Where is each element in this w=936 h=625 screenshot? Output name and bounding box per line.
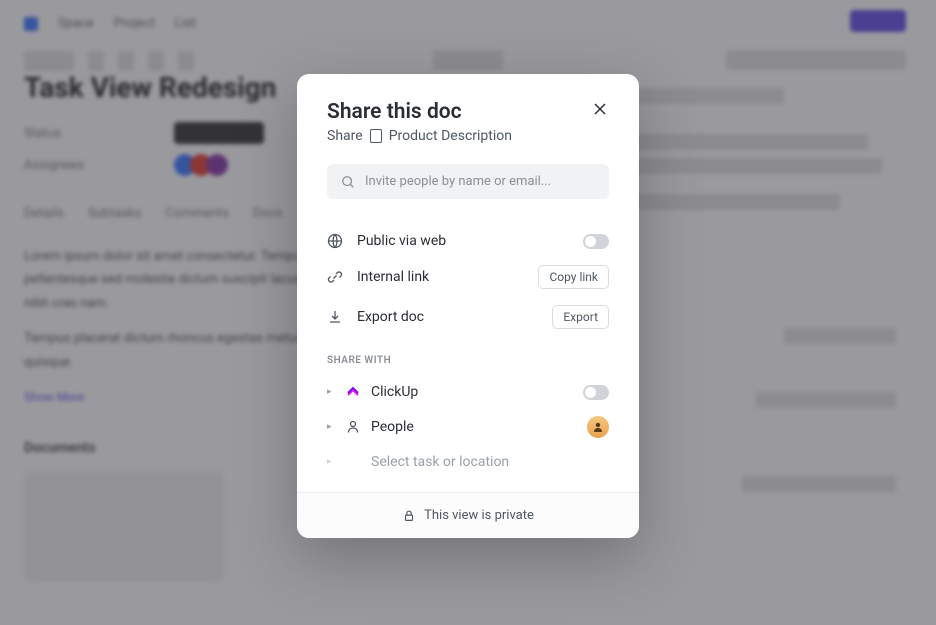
export-label: Export doc xyxy=(357,309,424,325)
public-web-label: Public via web xyxy=(357,233,446,249)
caret-icon: ▸ xyxy=(327,457,335,467)
invite-input[interactable] xyxy=(365,174,595,189)
option-public-web: Public via web xyxy=(327,225,609,257)
copy-link-button[interactable]: Copy link xyxy=(538,265,609,289)
document-icon xyxy=(370,129,382,143)
share-modal: Share this doc Share Product Description… xyxy=(297,74,639,538)
internal-link-label: Internal link xyxy=(357,269,429,285)
share-row-select-location[interactable]: ▸ Select task or location xyxy=(327,446,609,478)
footer-text: This view is private xyxy=(424,508,534,523)
person-avatar[interactable] xyxy=(587,416,609,438)
caret-icon: ▸ xyxy=(327,387,335,397)
link-icon xyxy=(327,269,343,285)
clickup-icon xyxy=(345,384,361,400)
people-label: People xyxy=(371,419,414,435)
select-location-label: Select task or location xyxy=(371,454,509,470)
lock-icon xyxy=(402,509,416,523)
invite-search[interactable] xyxy=(327,164,609,199)
caret-icon: ▸ xyxy=(327,422,335,432)
globe-icon xyxy=(327,233,343,249)
close-button[interactable] xyxy=(591,100,609,121)
search-icon xyxy=(341,175,355,189)
clickup-toggle[interactable] xyxy=(583,385,609,400)
export-button[interactable]: Export xyxy=(552,305,609,329)
public-web-toggle[interactable] xyxy=(583,234,609,249)
option-internal-link: Internal link Copy link xyxy=(327,257,609,297)
modal-footer: This view is private xyxy=(297,492,639,538)
download-icon xyxy=(327,309,343,325)
share-row-clickup[interactable]: ▸ ClickUp xyxy=(327,376,609,408)
modal-subtitle: Share Product Description xyxy=(327,128,609,144)
person-icon xyxy=(345,419,361,435)
share-row-people[interactable]: ▸ People xyxy=(327,408,609,446)
clickup-label: ClickUp xyxy=(371,384,418,400)
option-export: Export doc Export xyxy=(327,297,609,337)
close-icon xyxy=(593,102,607,116)
share-with-heading: SHARE WITH xyxy=(327,355,609,366)
doc-name: Product Description xyxy=(389,128,512,144)
modal-title: Share this doc xyxy=(327,100,462,124)
